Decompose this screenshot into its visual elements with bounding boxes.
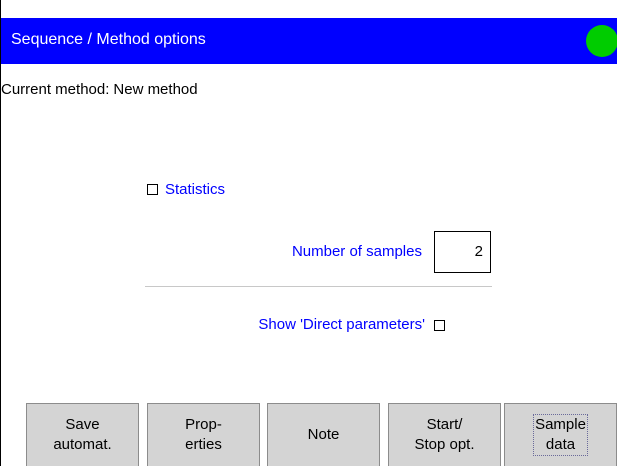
direct-parameters-label[interactable]: Show 'Direct parameters' bbox=[258, 316, 425, 334]
current-method-value: New method bbox=[113, 81, 198, 98]
method-options-screen: Sequence / Method options Current method… bbox=[0, 0, 617, 466]
number-of-samples-input[interactable]: 2 bbox=[434, 231, 491, 273]
sample-data-label: Sample data bbox=[533, 414, 588, 456]
title-bar: Sequence / Method options bbox=[1, 18, 617, 64]
note-button[interactable]: Note bbox=[267, 403, 380, 466]
direct-parameters-checkbox[interactable] bbox=[434, 320, 445, 331]
start-stop-options-button[interactable]: Start/ Stop opt. bbox=[388, 403, 501, 466]
save-automat-button[interactable]: Save automat. bbox=[26, 403, 139, 466]
current-method-label: Current method: bbox=[1, 81, 110, 98]
number-of-samples-label: Number of samples bbox=[291, 243, 422, 260]
current-method-line: Current method: New method bbox=[1, 81, 198, 99]
screen-title: Sequence / Method options bbox=[11, 31, 206, 48]
statistics-checkbox[interactable] bbox=[147, 184, 158, 195]
separator bbox=[145, 286, 492, 287]
sample-data-button[interactable]: Sample data bbox=[504, 403, 617, 466]
properties-button[interactable]: Prop- erties bbox=[147, 403, 260, 466]
statistics-label[interactable]: Statistics bbox=[165, 181, 225, 199]
status-indicator-icon bbox=[586, 25, 617, 57]
